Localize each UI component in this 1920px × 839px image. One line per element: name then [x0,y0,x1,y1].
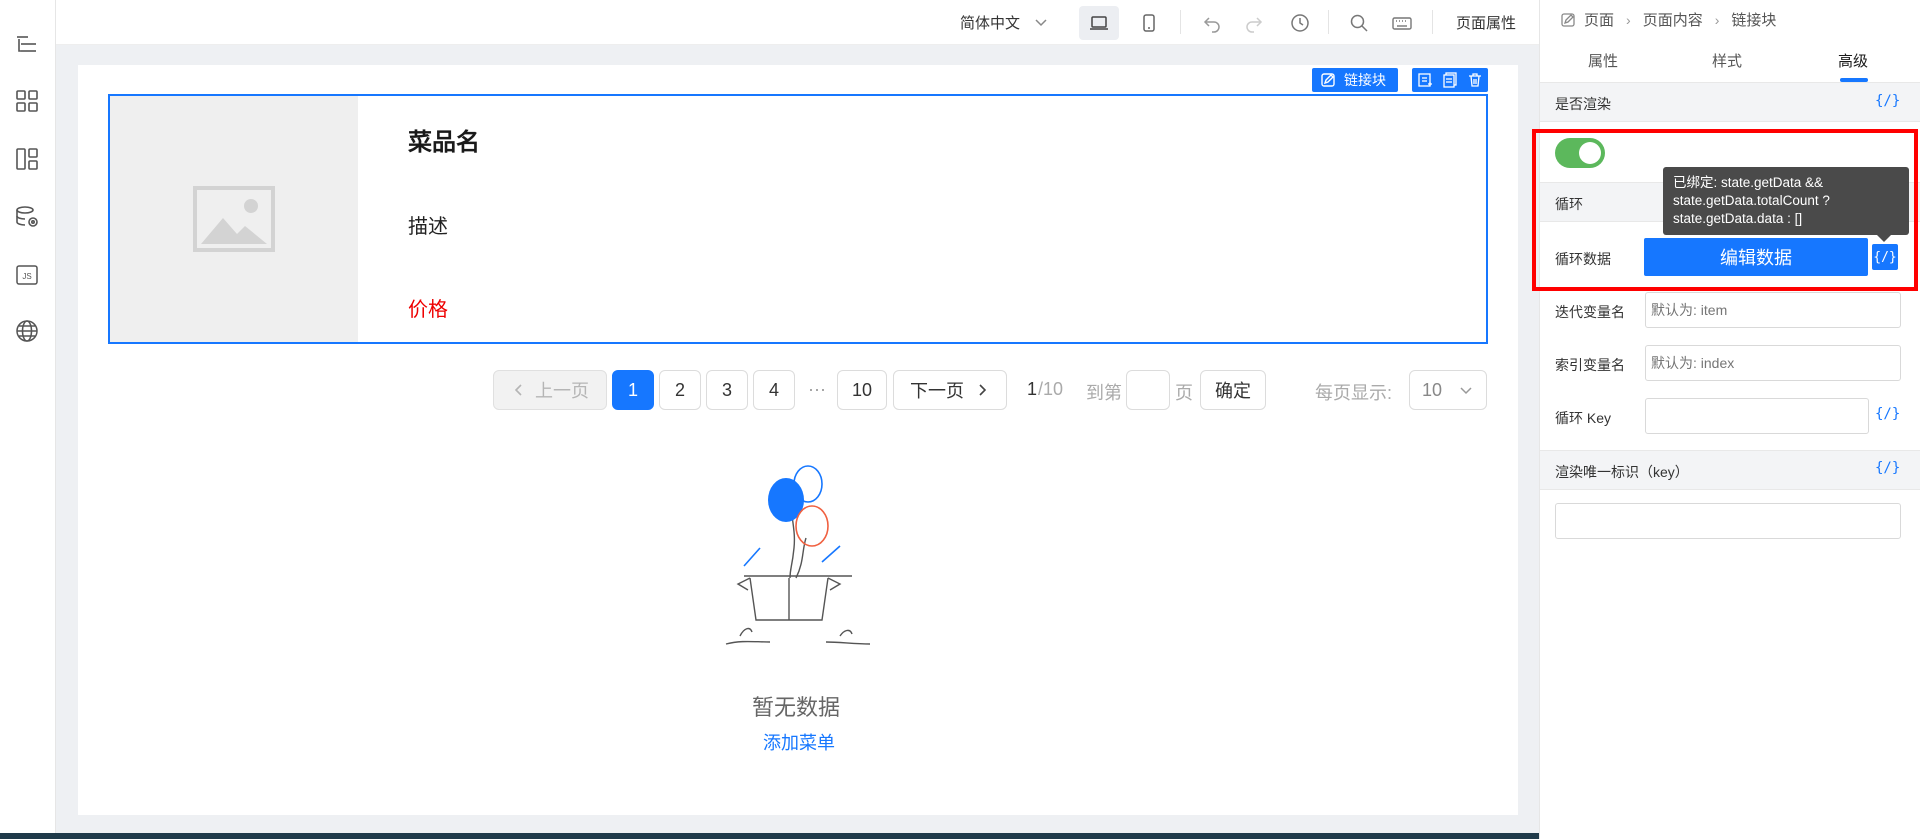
prev-page-label: 上一页 [535,381,589,401]
mobile-view-button[interactable] [1129,6,1169,40]
goto-prefix: 到第 [1086,383,1122,403]
search-icon [1350,14,1368,32]
delete-block-button[interactable] [1465,70,1485,90]
redo-icon [1246,17,1263,33]
page-size-select[interactable]: 10 [1409,370,1487,410]
empty-box-balloons-illustration [725,465,871,645]
chevron-right-icon [979,384,987,396]
total-pages: /10 [1038,379,1064,399]
next-page-label: 下一页 [910,381,964,401]
tab-attributes[interactable]: 属性 [1588,50,1618,71]
loop-key-input[interactable] [1645,398,1869,434]
shortcuts-button[interactable] [1382,6,1422,40]
toolbar-divider [1180,10,1181,34]
empty-title: 暂无数据 [752,695,841,720]
goto-page-input[interactable] [1126,370,1170,410]
chevron-down-icon [1460,387,1472,395]
current-page: 1 [1027,379,1038,399]
goto-confirm-button[interactable]: 确定 [1200,370,1266,410]
next-page-button[interactable]: 下一页 [893,370,1007,410]
prev-page-button[interactable]: 上一页 [493,370,607,410]
bind-variable-icon[interactable]: {/} [1875,93,1900,109]
link-block-tag[interactable]: 链接块 [1312,68,1398,92]
breadcrumb-block[interactable]: 链接块 [1731,9,1776,30]
tooltip-arrow [1876,234,1892,242]
breadcrumb-content[interactable]: 页面内容 [1643,9,1703,30]
page-ellipsis[interactable]: ··· [808,379,826,400]
page-button-last[interactable]: 10 [837,370,887,410]
iter-var-input[interactable] [1645,292,1901,328]
edit-page-icon [1561,12,1575,27]
render-key-section-header: 渲染唯一标识（key） [1540,450,1920,490]
loop-key-label: 循环 Key [1555,410,1612,426]
page-button-2[interactable]: 2 [659,370,701,410]
trash-icon [1469,73,1482,87]
index-var-input[interactable] [1645,345,1901,381]
language-value: 简体中文 [960,15,1021,32]
outline-tree-icon[interactable] [14,32,40,58]
left-rail: JS [0,0,56,839]
js-script-icon[interactable]: JS [14,262,40,288]
chevron-right-icon: › [1626,11,1631,28]
insert-block-button[interactable] [1415,70,1435,90]
undo-icon [1203,17,1220,33]
phone-icon [1143,14,1155,32]
components-grid-icon[interactable] [14,88,40,114]
render-key-bind-icon[interactable]: {/} [1875,460,1900,476]
tooltip-line-3: state.getData.data : [] [1673,211,1803,226]
page-size-label: 每页显示: [1315,383,1393,403]
copy-icon [1443,72,1457,88]
tooltip-line-1: 已绑定: state.getData && [1673,175,1824,190]
page-button-3[interactable]: 3 [706,370,748,410]
redo-button[interactable] [1234,6,1274,40]
clock-icon [1291,14,1309,32]
render-label: 是否渲染 [1555,96,1611,112]
tab-styles[interactable]: 样式 [1712,50,1742,71]
page-button-1[interactable]: 1 [612,370,654,410]
render-key-input[interactable] [1555,503,1901,539]
page-properties-button[interactable]: 页面属性 [1456,12,1516,33]
desktop-view-button[interactable] [1079,6,1119,40]
chevron-down-icon [1035,18,1047,26]
link-block-tag-label: 链接块 [1344,72,1386,88]
laptop-icon [1090,16,1108,30]
toolbar-divider [1328,10,1329,34]
language-select[interactable]: 简体中文 [960,12,1048,33]
tooltip-line-2: state.getData.totalCount ? [1673,193,1830,208]
data-source-icon[interactable] [14,204,40,230]
link-block-selection[interactable] [108,94,1488,344]
binding-tooltip: 已绑定: state.getData && state.getData.tota… [1663,167,1909,235]
layout-blocks-icon[interactable] [14,146,40,172]
globe-icon[interactable] [14,318,40,344]
goto-suffix: 页 [1175,383,1193,403]
chevron-right-icon: › [1714,11,1720,28]
breadcrumb: 页面 › 页面内容 › 链接块 [1560,9,1776,30]
undo-button[interactable] [1192,6,1232,40]
search-button[interactable] [1339,6,1379,40]
copy-block-button[interactable] [1440,70,1460,90]
js-label: JS [22,272,31,281]
toolbar-divider [1432,10,1433,34]
render-key-label: 渲染唯一标识（key） [1555,464,1689,480]
index-var-label: 索引变量名 [1555,357,1625,373]
keyboard-icon [1392,17,1412,30]
history-button[interactable] [1280,6,1320,40]
page-button-4[interactable]: 4 [753,370,795,410]
render-section-header: 是否渲染 [1540,82,1920,122]
edit-icon [1321,73,1335,87]
insert-icon [1418,73,1432,87]
page-size-value: 10 [1422,379,1443,400]
top-toolbar: 简体中文 页面属性 [56,0,1539,45]
loop-key-bind-icon[interactable]: {/} [1875,406,1900,422]
add-menu-link[interactable]: 添加菜单 [763,729,835,755]
tab-advanced[interactable]: 高级 [1838,50,1868,71]
chevron-left-icon [514,384,522,396]
block-actions [1412,68,1488,92]
iter-var-label: 迭代变量名 [1555,304,1625,320]
breadcrumb-page[interactable]: 页面 [1584,9,1614,30]
property-panel: 页面 › 页面内容 › 链接块 属性 样式 高级 是否渲染 {/} 循环 循环数… [1539,0,1920,839]
